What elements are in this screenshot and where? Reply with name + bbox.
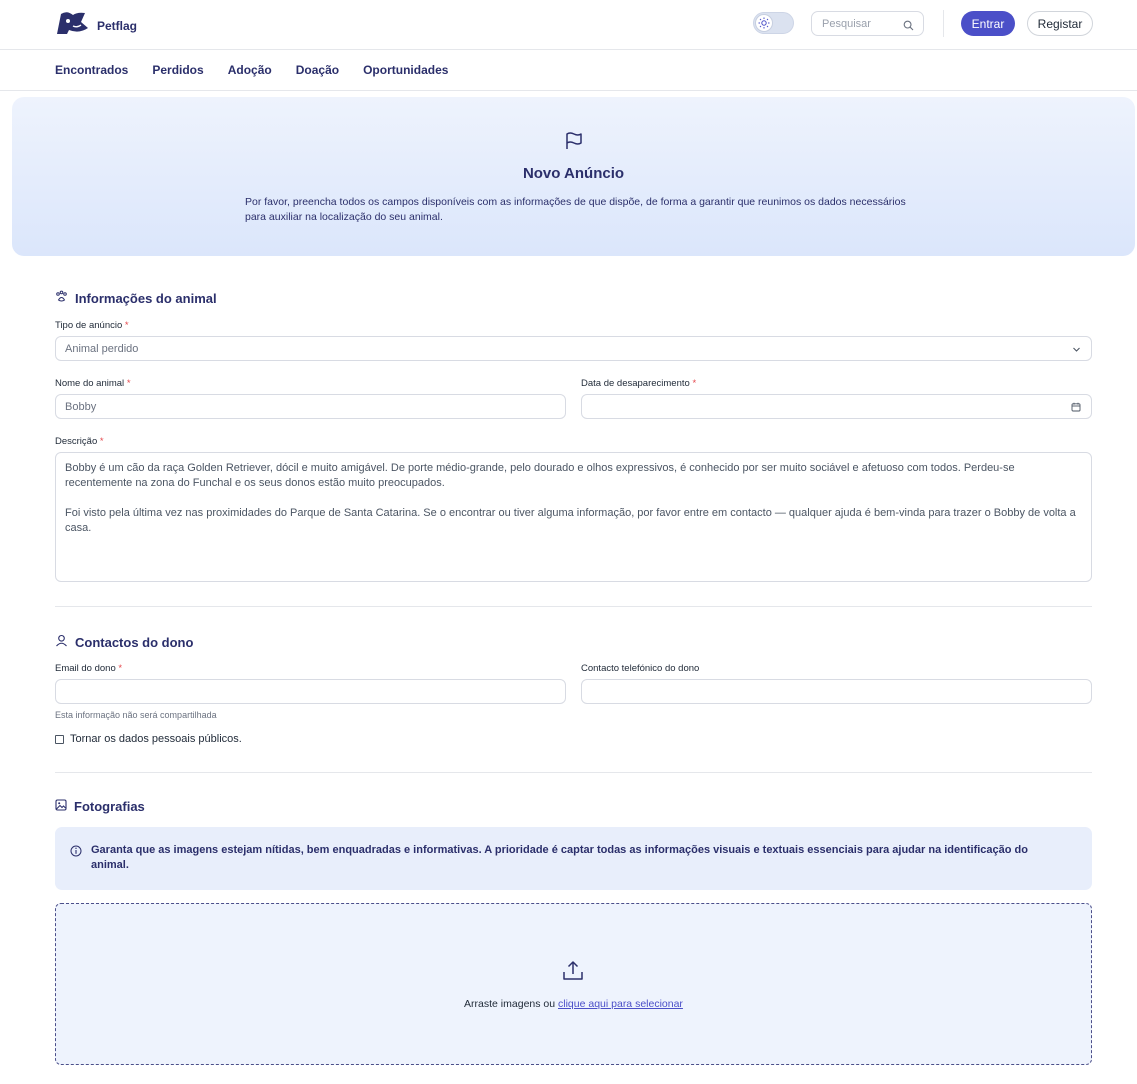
section-title-photos: Fotografias xyxy=(55,799,145,814)
page-title: Novo Anúncio xyxy=(522,165,625,182)
section-divider xyxy=(55,606,1092,607)
upload-icon xyxy=(560,958,586,989)
photos-info-text: Garanta que as imagens estejam nítidas, … xyxy=(91,844,1028,871)
required-marker: * xyxy=(124,320,129,331)
section-title-animal: Informações do animal xyxy=(55,290,217,306)
public-data-checkbox-label[interactable]: Tornar os dados pessoais públicos. xyxy=(70,733,242,745)
required-marker: * xyxy=(99,436,104,447)
header-divider xyxy=(943,10,944,37)
search-box xyxy=(811,11,924,36)
nav-item-oportunidades[interactable]: Oportunidades xyxy=(363,63,448,77)
petflag-logo-icon xyxy=(55,10,91,41)
theme-toggle[interactable] xyxy=(753,12,794,34)
register-button[interactable]: Registar xyxy=(1027,11,1093,36)
nav-divider xyxy=(0,90,1137,91)
login-button[interactable]: Entrar xyxy=(961,11,1015,36)
description-label: Descrição * xyxy=(55,436,104,447)
description-label-text: Descrição xyxy=(55,436,98,447)
calendar-icon[interactable] xyxy=(1071,402,1081,415)
hero-banner: Novo Anúncio Por favor, preencha todos o… xyxy=(12,97,1135,256)
chevron-down-icon xyxy=(1072,345,1081,357)
main-nav: Encontrados Perdidos Adoção Doação Oport… xyxy=(55,63,472,77)
privacy-hint: Esta informação não será compartilhada xyxy=(55,710,217,720)
missing-date-input[interactable] xyxy=(581,394,1092,419)
missing-date-label: Data de desaparecimento * xyxy=(581,378,696,389)
info-icon xyxy=(70,844,82,862)
owner-email-label-text: Email do dono xyxy=(55,663,116,674)
required-marker: * xyxy=(118,663,123,674)
animal-name-label: Nome do animal * xyxy=(55,378,131,389)
search-input[interactable] xyxy=(822,16,900,32)
user-icon xyxy=(55,634,68,650)
nav-item-encontrados[interactable]: Encontrados xyxy=(55,63,128,77)
image-dropzone[interactable]: Arraste imagens ou clique aqui para sele… xyxy=(55,903,1092,1065)
select-files-link[interactable]: clique aqui para selecionar xyxy=(558,998,683,1010)
description-paragraph-2: Foi visto pela última vez nas proximidad… xyxy=(65,507,1076,534)
image-icon xyxy=(55,799,67,814)
section-title-text: Informações do animal xyxy=(75,290,217,306)
public-data-checkbox[interactable] xyxy=(55,734,64,744)
ad-type-label: Tipo de anúncio * xyxy=(55,320,129,331)
owner-email-input[interactable] xyxy=(55,679,566,704)
section-divider xyxy=(55,772,1092,773)
public-data-checkbox-row[interactable]: Tornar os dados pessoais públicos. xyxy=(55,733,242,745)
required-marker: * xyxy=(126,378,131,389)
missing-date-label-text: Data de desaparecimento xyxy=(581,378,690,389)
sun-icon xyxy=(755,14,773,32)
owner-email-label: Email do dono * xyxy=(55,663,122,674)
required-marker: * xyxy=(692,378,697,389)
ad-type-label-text: Tipo de anúncio xyxy=(55,320,123,331)
brand-name: Petflag xyxy=(97,18,138,33)
description-paragraph-1: Bobby é um cão da raça Golden Retriever,… xyxy=(65,462,1015,489)
section-title-text: Fotografias xyxy=(74,799,145,814)
top-bar: Petflag Entrar Registar xyxy=(0,0,1137,50)
page-description: Por favor, preencha todos os campos disp… xyxy=(245,196,906,223)
ad-type-select[interactable]: Animal perdido xyxy=(55,336,1092,361)
dropzone-text: Arraste imagens ou clique aqui para sele… xyxy=(56,998,1091,1010)
animal-name-input[interactable]: Bobby xyxy=(55,394,566,419)
section-title-text: Contactos do dono xyxy=(75,634,194,650)
animal-name-value: Bobby xyxy=(65,400,97,413)
brand-logo[interactable]: Petflag xyxy=(55,10,137,41)
owner-phone-label: Contacto telefónico do dono xyxy=(581,663,700,674)
dropzone-instruction: Arraste imagens ou xyxy=(464,998,556,1010)
owner-phone-input[interactable] xyxy=(581,679,1092,704)
photos-info-box: Garanta que as imagens estejam nítidas, … xyxy=(55,827,1092,890)
animal-name-label-text: Nome do animal xyxy=(55,378,125,389)
flag-icon xyxy=(564,131,584,156)
paw-icon xyxy=(55,290,68,306)
description-textarea[interactable]: Bobby é um cão da raça Golden Retriever,… xyxy=(55,452,1092,582)
nav-item-doacao[interactable]: Doação xyxy=(296,63,339,77)
nav-item-perdidos[interactable]: Perdidos xyxy=(152,63,203,77)
search-icon[interactable] xyxy=(903,18,914,36)
section-title-owner: Contactos do dono xyxy=(55,634,193,650)
ad-type-value: Animal perdido xyxy=(65,342,139,355)
nav-item-adocao[interactable]: Adoção xyxy=(228,63,272,77)
